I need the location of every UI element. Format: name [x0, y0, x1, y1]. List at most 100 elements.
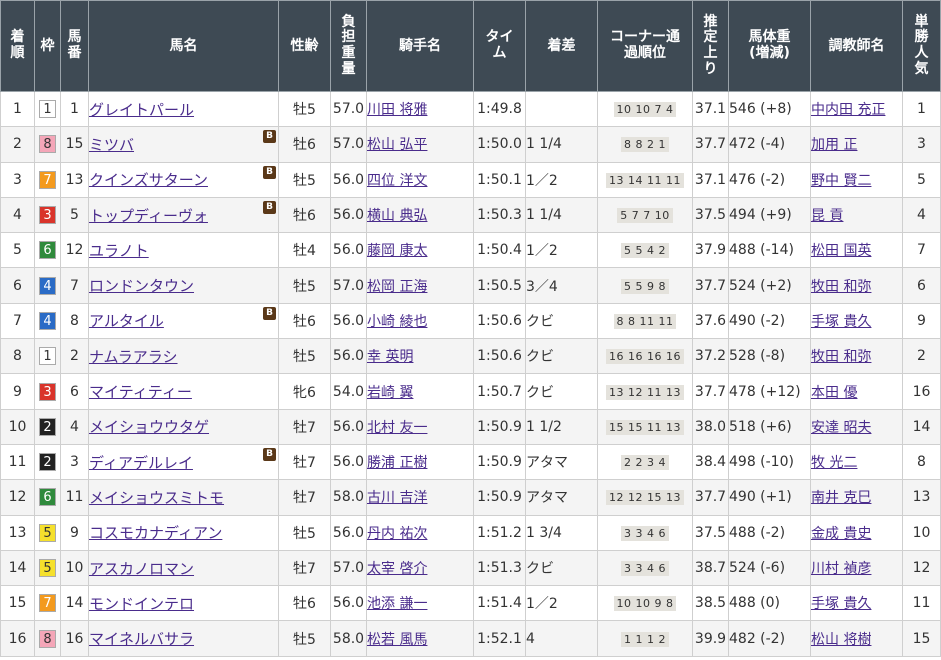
time-cell: 1:51.2 [473, 514, 526, 551]
horse-name-link[interactable]: マイネルバサラ [90, 630, 195, 648]
jockey-link[interactable]: 藤岡 康太 [368, 243, 428, 259]
waku-badge: 7 [39, 170, 56, 189]
horse-name-link[interactable]: メイショウウタゲ [90, 418, 210, 436]
trainer-link[interactable]: 松田 国英 [812, 243, 872, 259]
horse-name-link[interactable]: モンドインテロ [90, 595, 195, 613]
weight-cell: 56.0 [330, 338, 367, 375]
horse-name-cell: コスモカナディアン [88, 514, 279, 551]
table-header-row: 着順 枠 馬番 馬名 性齢 負担重量 騎手名 タイム 着差 コーナー通過順位 推… [0, 0, 941, 92]
trainer-link[interactable]: 安達 昭夫 [812, 420, 872, 436]
horse-name-link[interactable]: コスモカナディアン [90, 524, 223, 542]
trainer-link[interactable]: 手塚 貴久 [812, 596, 872, 612]
trainer-link[interactable]: 松山 将樹 [812, 632, 872, 648]
horse-name-cell: ロンドンタウン [88, 267, 279, 304]
sex-age-cell: 牡6 [278, 302, 331, 340]
popularity-cell: 5 [902, 161, 941, 198]
sex-age-cell: 牝6 [278, 373, 331, 410]
jockey-link[interactable]: 北村 友一 [368, 420, 428, 436]
jockey-link[interactable]: 幸 英明 [368, 349, 414, 365]
time-cell: 1:50.3 [473, 196, 526, 234]
header-jockey: 騎手名 [366, 0, 474, 92]
trainer-link[interactable]: 手塚 貴久 [812, 314, 872, 330]
time-cell: 1:49.8 [473, 90, 526, 128]
body-weight-cell: 490 (+1) [728, 479, 811, 516]
horse-name-link[interactable]: ディアデルレイ [90, 454, 193, 472]
horse-name-link[interactable]: マイティティー [90, 383, 192, 401]
table-row: 11 2 3 ディアデルレイ B 牡7 56.0 勝浦 正樹 1:50.9 アタマ 2 2 3 4 3… [0, 443, 941, 481]
horse-name-link[interactable]: ユラノト [90, 242, 149, 260]
horse-name-cell: ナムラアラシ [88, 338, 279, 375]
horse-name-link[interactable]: アルタイル [90, 312, 164, 330]
trainer-link[interactable]: 金成 貴史 [812, 526, 872, 542]
horse-name-link[interactable]: グレイトパール [90, 101, 195, 119]
jockey-link[interactable]: 川田 将雅 [368, 102, 428, 118]
horse-number-cell: 15 [60, 126, 89, 163]
horse-number-cell: 9 [60, 514, 89, 551]
horse-name-link[interactable]: ミツバ [90, 136, 135, 154]
jockey-cell: 小崎 綾也 [366, 302, 474, 340]
jockey-link[interactable]: 丹内 祐次 [368, 526, 428, 542]
popularity-cell: 3 [902, 126, 941, 163]
horse-number-cell: 8 [60, 302, 89, 340]
horse-name-link[interactable]: トップディーヴォ [90, 207, 208, 225]
horse-name-link[interactable]: アスカノロマン [90, 560, 195, 578]
table-row: 5 6 12 ユラノト 牡4 56.0 藤岡 康太 1:50.4 1／2 5 5 4 2 37.9 4… [0, 232, 941, 269]
trainer-link[interactable]: 昆 貢 [812, 208, 844, 224]
jockey-link[interactable]: 勝浦 正樹 [368, 455, 428, 471]
corner-cell: 5 7 7 10 [597, 196, 693, 234]
horse-name-link[interactable]: ロンドンタウン [90, 277, 195, 295]
horse-number-cell: 6 [60, 373, 89, 410]
jockey-link[interactable]: 松若 風馬 [368, 632, 428, 648]
header-popularity: 単勝人気 [902, 0, 941, 92]
jockey-link[interactable]: 池添 謙一 [368, 596, 428, 612]
weight-cell: 54.0 [330, 373, 367, 410]
corner-positions: 13 12 11 13 [606, 384, 684, 400]
last3f-cell: 37.7 [692, 126, 729, 163]
jockey-link[interactable]: 松岡 正海 [368, 279, 428, 295]
popularity-cell: 4 [902, 196, 941, 234]
last3f-cell: 37.1 [692, 161, 729, 198]
waku-badge: 4 [39, 311, 56, 330]
time-cell: 1:51.3 [473, 549, 526, 587]
rank-cell: 10 [0, 408, 35, 445]
trainer-link[interactable]: 中内田 充正 [812, 102, 886, 118]
corner-cell: 3 3 4 6 [597, 514, 693, 551]
horse-name-link[interactable]: メイショウスミトモ [90, 489, 225, 507]
jockey-link[interactable]: 岩崎 翼 [368, 385, 414, 401]
waku-cell: 1 [34, 338, 61, 375]
trainer-link[interactable]: 牧田 和弥 [812, 349, 872, 365]
trainer-link[interactable]: 南井 克巳 [812, 490, 872, 506]
rank-cell: 9 [0, 373, 35, 410]
sex-age-cell: 牡5 [278, 90, 331, 128]
trainer-link[interactable]: 川村 禎彦 [812, 561, 872, 577]
sex-age-cell: 牡5 [278, 161, 331, 198]
trainer-link[interactable]: 本田 優 [812, 385, 858, 401]
weight-cell: 58.0 [330, 479, 367, 516]
jockey-link[interactable]: 松山 弘平 [368, 137, 428, 153]
horse-name-link[interactable]: ナムラアラシ [90, 348, 178, 366]
jockey-link[interactable]: 四位 洋文 [368, 173, 428, 189]
corner-cell: 5 5 4 2 [597, 232, 693, 269]
sex-age-cell: 牡7 [278, 549, 331, 587]
jockey-link[interactable]: 小崎 綾也 [368, 314, 428, 330]
trainer-link[interactable]: 牧田 和弥 [812, 279, 872, 295]
trainer-link[interactable]: 野中 賢二 [812, 173, 872, 189]
rank-cell: 16 [0, 620, 35, 657]
rank-cell: 13 [0, 514, 35, 551]
trainer-cell: 松田 国英 [810, 232, 903, 269]
jockey-link[interactable]: 横山 典弘 [368, 208, 428, 224]
jockey-link[interactable]: 古川 吉洋 [368, 490, 428, 506]
trainer-link[interactable]: 牧 光二 [812, 455, 858, 471]
trainer-cell: 牧田 和弥 [810, 267, 903, 304]
horse-name-link[interactable]: クインズサターン [90, 171, 208, 189]
jockey-link[interactable]: 太宰 啓介 [368, 561, 428, 577]
horse-number-cell: 11 [60, 479, 89, 516]
waku-badge: 4 [39, 276, 56, 295]
popularity-cell: 16 [902, 373, 941, 410]
popularity-cell: 15 [902, 620, 941, 657]
trainer-link[interactable]: 加用 正 [812, 137, 858, 153]
sex-age-cell: 牡6 [278, 585, 331, 622]
waku-cell: 7 [34, 161, 61, 198]
sex-age-cell: 牡5 [278, 514, 331, 551]
blinker-icon: B [263, 165, 276, 179]
